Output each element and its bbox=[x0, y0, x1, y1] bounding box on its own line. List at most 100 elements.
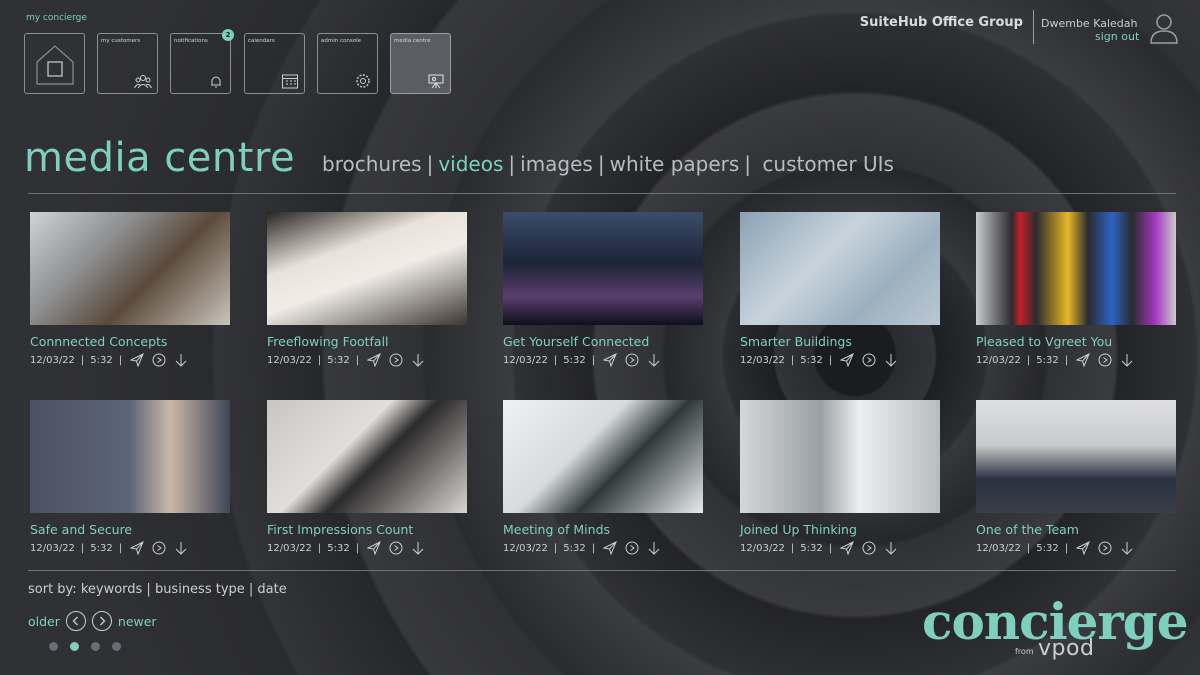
video-thumbnail[interactable] bbox=[30, 400, 230, 513]
media-title[interactable]: Pleased to Vgreet You bbox=[976, 334, 1176, 349]
download-icon[interactable] bbox=[411, 353, 425, 367]
video-thumbnail[interactable] bbox=[267, 400, 467, 513]
media-date: 12/03/22 bbox=[976, 542, 1021, 554]
media-title[interactable]: Safe and Secure bbox=[30, 522, 230, 537]
tile-calendars[interactable]: calendars bbox=[244, 33, 305, 94]
tile-notifications[interactable]: notifications 2 bbox=[170, 29, 234, 94]
media-date: 12/03/22 bbox=[267, 354, 312, 366]
bell-icon bbox=[211, 76, 221, 88]
media-card[interactable]: Meeting of Minds 12/03/22 | 5:32 | bbox=[503, 400, 703, 555]
media-meta: 12/03/22 | 5:32 | bbox=[740, 541, 940, 555]
play-icon[interactable] bbox=[152, 541, 166, 555]
media-card[interactable]: First Impressions Count 12/03/22 | 5:32 … bbox=[267, 400, 467, 555]
send-icon[interactable] bbox=[1076, 353, 1091, 367]
tile-media-centre[interactable]: media centre bbox=[390, 33, 451, 94]
video-thumbnail[interactable] bbox=[740, 400, 940, 513]
download-icon[interactable] bbox=[647, 353, 661, 367]
tile-admin-console[interactable]: admin console bbox=[317, 33, 378, 94]
tab-videos[interactable]: videos bbox=[438, 152, 503, 176]
tab-customer-uis[interactable]: customer UIs bbox=[762, 152, 894, 176]
play-icon[interactable] bbox=[152, 353, 166, 367]
send-icon[interactable] bbox=[1076, 541, 1091, 555]
play-icon[interactable] bbox=[862, 541, 876, 555]
download-icon[interactable] bbox=[411, 541, 425, 555]
tab-white-papers[interactable]: white papers bbox=[610, 152, 740, 176]
play-icon[interactable] bbox=[862, 353, 876, 367]
send-icon[interactable] bbox=[840, 353, 855, 367]
meta-separator: | bbox=[355, 354, 360, 366]
video-thumbnail[interactable] bbox=[503, 400, 703, 513]
media-title[interactable]: Get Yourself Connected bbox=[503, 334, 703, 349]
play-icon[interactable] bbox=[625, 353, 639, 367]
media-title[interactable]: Connnected Concepts bbox=[30, 334, 230, 349]
video-thumbnail[interactable] bbox=[976, 400, 1176, 513]
sign-out-link[interactable]: sign out bbox=[1095, 30, 1139, 43]
page-dot[interactable] bbox=[112, 642, 121, 651]
meta-separator: | bbox=[80, 542, 85, 554]
media-card[interactable]: Get Yourself Connected 12/03/22 | 5:32 | bbox=[503, 212, 703, 367]
media-title[interactable]: One of the Team bbox=[976, 522, 1176, 537]
page-dot[interactable] bbox=[91, 642, 100, 651]
tab-brochures[interactable]: brochures bbox=[322, 152, 422, 176]
send-icon[interactable] bbox=[603, 353, 618, 367]
play-icon[interactable] bbox=[1098, 541, 1112, 555]
media-duration: 5:32 bbox=[1036, 542, 1059, 554]
meta-separator: | bbox=[317, 542, 322, 554]
play-icon[interactable] bbox=[625, 541, 639, 555]
download-icon[interactable] bbox=[884, 541, 898, 555]
tile-home[interactable] bbox=[24, 33, 85, 94]
media-card[interactable]: Joined Up Thinking 12/03/22 | 5:32 | bbox=[740, 400, 940, 555]
send-icon[interactable] bbox=[367, 541, 382, 555]
send-icon[interactable] bbox=[367, 353, 382, 367]
media-title[interactable]: First Impressions Count bbox=[267, 522, 467, 537]
meta-separator: | bbox=[1064, 354, 1069, 366]
video-thumbnail[interactable] bbox=[740, 212, 940, 325]
send-icon[interactable] bbox=[130, 353, 145, 367]
media-card[interactable]: Safe and Secure 12/03/22 | 5:32 | bbox=[30, 400, 230, 555]
video-thumbnail[interactable] bbox=[267, 212, 467, 325]
tile-my-customers[interactable]: my customers bbox=[97, 33, 158, 94]
previous-page-button[interactable] bbox=[65, 611, 86, 631]
media-date: 12/03/22 bbox=[740, 542, 785, 554]
page-dot[interactable] bbox=[70, 642, 79, 651]
download-icon[interactable] bbox=[884, 353, 898, 367]
chevron-left-icon bbox=[72, 616, 78, 626]
send-icon[interactable] bbox=[840, 541, 855, 555]
video-thumbnail[interactable] bbox=[976, 212, 1176, 325]
tab-images[interactable]: images bbox=[520, 152, 593, 176]
divider-top bbox=[28, 193, 1176, 194]
download-icon[interactable] bbox=[174, 353, 188, 367]
media-title[interactable]: Meeting of Minds bbox=[503, 522, 703, 537]
media-title[interactable]: Joined Up Thinking bbox=[740, 522, 940, 537]
page-dot[interactable] bbox=[49, 642, 58, 651]
video-thumbnail[interactable] bbox=[503, 212, 703, 325]
media-duration: 5:32 bbox=[563, 542, 586, 554]
download-icon[interactable] bbox=[1120, 541, 1134, 555]
send-icon[interactable] bbox=[130, 541, 145, 555]
meta-separator: | bbox=[1026, 354, 1031, 366]
send-icon[interactable] bbox=[603, 541, 618, 555]
avatar-icon[interactable] bbox=[1148, 12, 1180, 44]
play-icon[interactable] bbox=[389, 353, 403, 367]
download-icon[interactable] bbox=[1120, 353, 1134, 367]
download-icon[interactable] bbox=[174, 541, 188, 555]
download-icon[interactable] bbox=[647, 541, 661, 555]
user-name: Dwembe Kaledah bbox=[1041, 17, 1138, 30]
media-card[interactable]: Freeflowing Footfall 12/03/22 | 5:32 | bbox=[267, 212, 467, 367]
play-icon[interactable] bbox=[389, 541, 403, 555]
media-title[interactable]: Freeflowing Footfall bbox=[267, 334, 467, 349]
media-card[interactable]: Pleased to Vgreet You 12/03/22 | 5:32 | bbox=[976, 212, 1176, 367]
meta-separator: | bbox=[790, 542, 795, 554]
media-title[interactable]: Smarter Buildings bbox=[740, 334, 940, 349]
media-card[interactable]: One of the Team 12/03/22 | 5:32 | bbox=[976, 400, 1176, 555]
media-card[interactable]: Connnected Concepts 12/03/22 | 5:32 | bbox=[30, 212, 230, 367]
media-meta: 12/03/22 | 5:32 | bbox=[267, 541, 467, 555]
video-thumbnail[interactable] bbox=[30, 212, 230, 325]
newer-label: newer bbox=[117, 613, 157, 629]
media-date: 12/03/22 bbox=[30, 542, 75, 554]
sort-options[interactable]: sort by: keywords | business type | date bbox=[28, 582, 287, 597]
next-page-button[interactable] bbox=[91, 611, 112, 631]
play-icon[interactable] bbox=[1098, 353, 1112, 367]
media-duration: 5:32 bbox=[327, 354, 350, 366]
media-card[interactable]: Smarter Buildings 12/03/22 | 5:32 | bbox=[740, 212, 940, 367]
